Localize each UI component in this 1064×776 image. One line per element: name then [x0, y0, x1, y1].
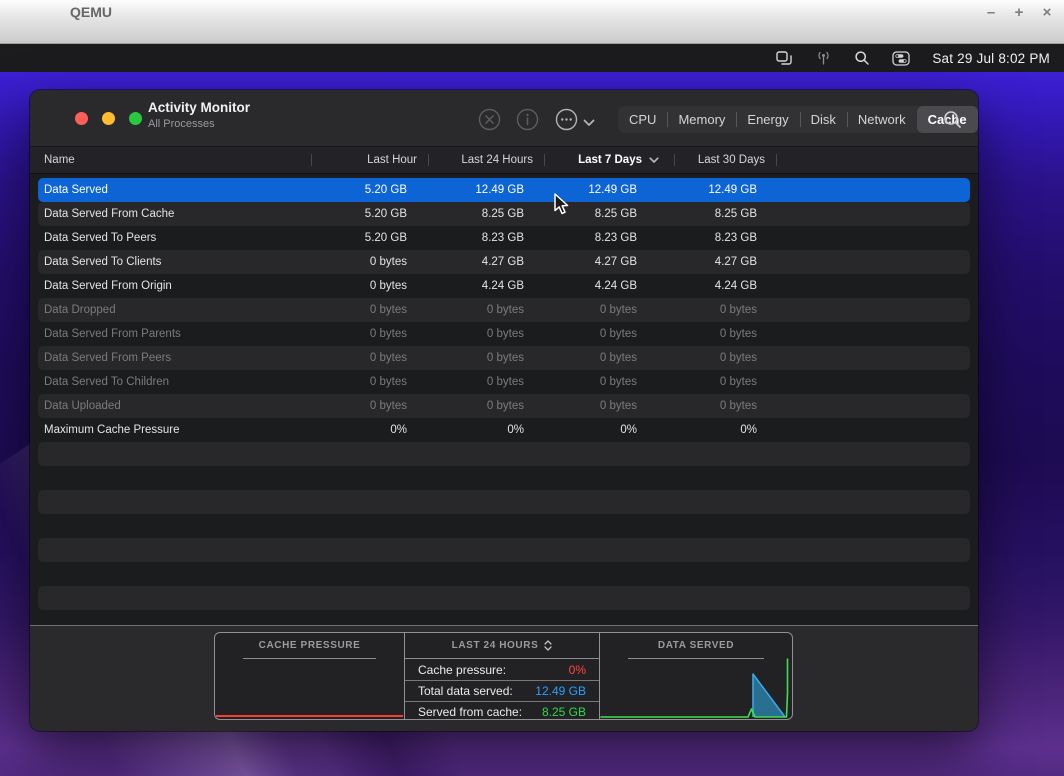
table-row[interactable]: Data Served From Parents 0 bytes 0 bytes…: [38, 322, 970, 346]
column-header-name[interactable]: Name: [30, 147, 312, 173]
data-served-panel: DATA SERVED: [600, 633, 792, 719]
table-row[interactable]: Data Dropped 0 bytes 0 bytes 0 bytes 0 b…: [38, 298, 970, 322]
empty-row: [38, 490, 970, 514]
quit-process-button[interactable]: [478, 108, 501, 131]
column-header-filler: [777, 147, 978, 173]
table-row[interactable]: Data Uploaded 0 bytes 0 bytes 0 bytes 0 …: [38, 394, 970, 418]
empty-row: [38, 610, 970, 625]
column-header-last-hour[interactable]: Last Hour: [312, 147, 429, 173]
qemu-maximize-button[interactable]: +: [1010, 3, 1028, 21]
search-button[interactable]: [941, 108, 964, 131]
close-traffic-light[interactable]: [75, 112, 88, 125]
table-row[interactable]: Data Served To Peers 5.20 GB 8.23 GB 8.2…: [38, 226, 970, 250]
panel-divider: [243, 658, 376, 659]
stat-value: 8.25 GB: [542, 705, 586, 719]
stat-total-data-served: Total data served: 12.49 GB: [405, 680, 599, 701]
qemu-close-button[interactable]: ×: [1038, 3, 1056, 21]
tab-disk[interactable]: Disk: [800, 106, 847, 133]
zoom-traffic-light[interactable]: [129, 112, 142, 125]
stat-value: 12.49 GB: [535, 684, 586, 698]
empty-row: [38, 514, 970, 538]
table-row[interactable]: Data Served From Cache 5.20 GB 8.25 GB 8…: [38, 202, 970, 226]
traffic-lights: [75, 112, 142, 125]
activity-monitor-window: Activity Monitor All Processes CPU Memor…: [30, 90, 978, 731]
window-subtitle: All Processes: [148, 118, 250, 130]
table-header: Name Last Hour Last 24 Hours Last 7 Days…: [30, 146, 978, 174]
macos-menubar: Sat 29 Jul 8:02 PM: [0, 44, 1064, 72]
menubar-clock[interactable]: Sat 29 Jul 8:02 PM: [932, 51, 1050, 66]
stat-cache-pressure: Cache pressure: 0%: [405, 659, 599, 680]
column-header-last-7-days[interactable]: Last 7 Days: [545, 147, 675, 173]
table-body: Data Served 5.20 GB 12.49 GB 12.49 GB 12…: [30, 175, 978, 625]
cache-pressure-graph-line: [216, 715, 403, 717]
empty-row: [38, 586, 970, 610]
tab-cpu[interactable]: CPU: [618, 106, 667, 133]
tab-energy[interactable]: Energy: [736, 106, 799, 133]
last-24-hours-title[interactable]: LAST 24 HOURS: [405, 633, 599, 658]
table-row[interactable]: Data Served From Origin 0 bytes 4.24 GB …: [38, 274, 970, 298]
cache-pressure-title: CACHE PRESSURE: [215, 633, 404, 658]
tab-network[interactable]: Network: [847, 106, 917, 133]
more-options-button[interactable]: [555, 108, 578, 131]
empty-row: [38, 466, 970, 490]
updown-chevron-icon: [544, 640, 552, 651]
table-row[interactable]: Data Served To Clients 0 bytes 4.27 GB 4…: [38, 250, 970, 274]
table-row[interactable]: Maximum Cache Pressure 0% 0% 0% 0%: [38, 418, 970, 442]
empty-row: [38, 442, 970, 466]
qemu-title: QEMU: [70, 4, 112, 20]
mouse-cursor: [553, 193, 573, 222]
footer: CACHE PRESSURE LAST 24 HOURS Cache press…: [30, 626, 978, 731]
stat-value: 0%: [569, 663, 586, 677]
search-icon[interactable]: [854, 48, 870, 68]
empty-row: [38, 538, 970, 562]
minimize-traffic-light[interactable]: [102, 112, 115, 125]
sort-chevron-down-icon: [649, 157, 659, 164]
antenna-icon[interactable]: [815, 48, 832, 68]
qemu-minimize-button[interactable]: –: [982, 3, 1000, 21]
qemu-window-controls: – + ×: [982, 3, 1056, 21]
windows-stack-icon[interactable]: [776, 48, 793, 68]
summary-panels: CACHE PRESSURE LAST 24 HOURS Cache press…: [214, 632, 793, 720]
stat-served-from-cache: Served from cache: 8.25 GB: [405, 701, 599, 722]
control-center-icon[interactable]: [892, 48, 910, 68]
view-segmented-control: CPU Memory Energy Disk Network Cache: [618, 106, 978, 133]
table-row[interactable]: Data Served 5.20 GB 12.49 GB 12.49 GB 12…: [38, 178, 970, 202]
column-header-last-24-hours[interactable]: Last 24 Hours: [429, 147, 545, 173]
qemu-titlebar: QEMU – + ×: [0, 0, 1064, 44]
info-button[interactable]: [516, 108, 539, 131]
column-header-last-30-days[interactable]: Last 30 Days: [675, 147, 777, 173]
cache-pressure-panel: CACHE PRESSURE: [215, 633, 405, 719]
last-24-hours-panel: LAST 24 HOURS Cache pressure: 0% Total d…: [405, 633, 600, 719]
window-title: Activity Monitor: [148, 100, 250, 115]
empty-row: [38, 562, 970, 586]
window-title-block: Activity Monitor All Processes: [148, 100, 250, 130]
more-options-chevron-icon[interactable]: [581, 111, 597, 134]
data-served-graph: [600, 633, 790, 719]
tab-memory[interactable]: Memory: [667, 106, 736, 133]
table-row[interactable]: Data Served To Children 0 bytes 0 bytes …: [38, 370, 970, 394]
table-row[interactable]: Data Served From Peers 0 bytes 0 bytes 0…: [38, 346, 970, 370]
